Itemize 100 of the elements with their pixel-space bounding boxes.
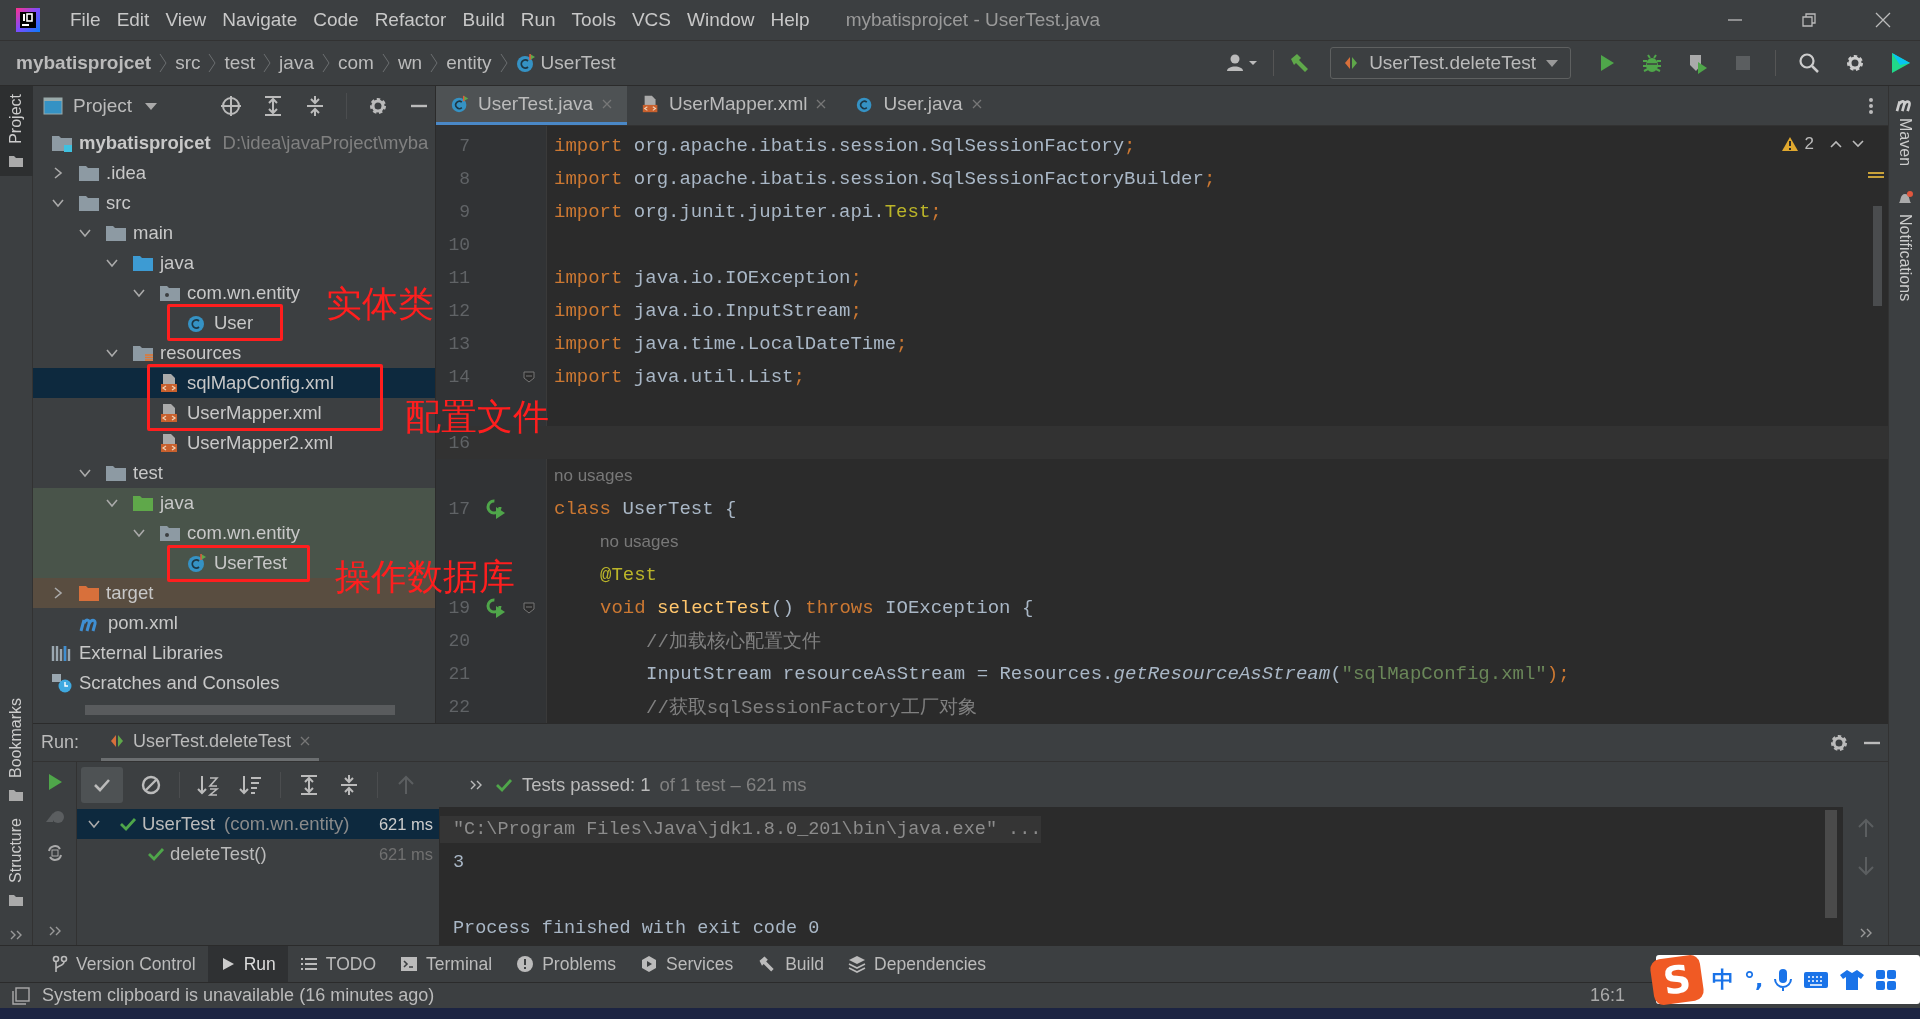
tool-tab[interactable]: Terminal <box>388 946 505 982</box>
menu-item[interactable]: Run <box>512 5 564 35</box>
menu-item[interactable]: Build <box>454 5 513 35</box>
tree-item[interactable]: java <box>132 251 194 275</box>
scrollbar[interactable] <box>1873 206 1882 306</box>
tool-tab[interactable]: Services <box>628 946 746 982</box>
tool-window-button[interactable]: Structure <box>0 810 33 915</box>
run-configuration-dropdown[interactable]: UserTest.deleteTest <box>1330 47 1571 79</box>
menu-item[interactable]: Tools <box>563 5 624 35</box>
tool-window-button[interactable]: Maven <box>1893 86 1916 181</box>
warning-icon[interactable] <box>1780 136 1799 152</box>
sort-duration-icon[interactable] <box>239 773 263 796</box>
warning-count[interactable]: 2 <box>1804 134 1814 154</box>
panel-toggle-icon[interactable] <box>12 986 30 1005</box>
ime-logo[interactable]: S <box>1649 953 1705 1006</box>
breadcrumb[interactable]: UserTest <box>515 52 616 74</box>
tree-item[interactable]: User <box>186 311 254 335</box>
user-icon[interactable] <box>1225 52 1260 74</box>
caret-position[interactable]: 16:1 <box>1589 985 1625 1006</box>
shirt-icon[interactable] <box>1839 968 1866 991</box>
editor-tab[interactable]: User.java <box>841 86 997 125</box>
close-icon[interactable] <box>299 735 312 747</box>
tree-item[interactable]: com.wn.entity <box>159 281 301 305</box>
input-mode-button[interactable]: 中 <box>1712 964 1734 995</box>
toolbox-logo-icon[interactable] <box>1890 51 1912 75</box>
collapse-all-icon[interactable] <box>338 773 360 796</box>
close-icon[interactable] <box>815 98 828 110</box>
tree-item[interactable]: com.wn.entity <box>159 521 301 545</box>
restore-icon[interactable] <box>1800 11 1818 29</box>
tree-item[interactable]: src <box>78 191 131 215</box>
tree-item[interactable]: main <box>105 221 174 245</box>
breadcrumb[interactable]: entity <box>446 52 492 74</box>
status-message[interactable]: System clipboard is unavailable (16 minutes ago) <box>42 985 435 1006</box>
tree-item[interactable]: UserMapper2.xml <box>159 431 333 455</box>
tree-item[interactable]: External Libraries <box>51 641 223 665</box>
editor-tab[interactable]: UserMapper.xml <box>627 86 842 125</box>
chevron-double-icon[interactable] <box>8 929 24 941</box>
panel-title[interactable]: Project <box>73 94 133 117</box>
tree-item[interactable]: test <box>105 461 163 485</box>
locate-icon[interactable] <box>220 94 242 117</box>
chevron-double-icon[interactable] <box>468 778 484 791</box>
grid-icon[interactable] <box>1875 968 1898 991</box>
breadcrumb[interactable]: wn <box>397 52 423 74</box>
menu-item[interactable]: File <box>62 5 109 35</box>
tool-tab[interactable]: Problems <box>504 946 629 982</box>
breadcrumb[interactable]: test <box>224 52 256 74</box>
caret-icon[interactable] <box>144 100 159 111</box>
show-passed-toggle[interactable] <box>81 766 123 803</box>
punctuation-button[interactable]: °, <box>1744 967 1764 992</box>
run-test-icon[interactable] <box>485 497 507 520</box>
menu-item[interactable]: Edit <box>108 5 158 35</box>
tool-tab[interactable]: Build <box>745 946 837 982</box>
menu-item[interactable]: Help <box>762 5 818 35</box>
tree-item[interactable]: target <box>78 581 154 605</box>
run-test-icon[interactable] <box>485 596 507 619</box>
tree-item[interactable]: mybatisprojcet D:\idea\javaProject\myba <box>51 131 429 155</box>
tree-item[interactable]: java <box>132 491 194 515</box>
tree-item[interactable]: Scratches and Consoles <box>51 671 280 695</box>
tree-item[interactable]: sqlMapConfig.xml <box>159 371 335 395</box>
breadcrumb[interactable]: com <box>337 52 374 74</box>
editor-tab[interactable]: UserTest.java <box>436 86 628 125</box>
breadcrumb[interactable]: src <box>175 52 201 74</box>
breadcrumb[interactable]: java <box>279 52 314 74</box>
expand-all-icon[interactable] <box>298 773 320 796</box>
tool-tab[interactable]: Dependencies <box>836 946 998 982</box>
menu-item[interactable]: Navigate <box>214 5 306 35</box>
sort-alpha-icon[interactable] <box>197 773 221 796</box>
breadcrumb[interactable]: mybatisprojcet <box>16 52 152 74</box>
collapse-all-icon[interactable] <box>304 94 326 117</box>
menu-item[interactable]: VCS <box>623 5 679 35</box>
fold-icon[interactable] <box>522 600 536 615</box>
fold-icon[interactable] <box>522 369 536 384</box>
scrollbar[interactable] <box>85 705 395 715</box>
tool-tab[interactable]: TODO <box>287 946 388 982</box>
tree-item[interactable]: pom.xml <box>78 611 178 635</box>
settings-icon[interactable] <box>1844 52 1866 74</box>
tool-window-button[interactable]: Project <box>0 86 33 176</box>
tree-item[interactable]: UserTest <box>186 551 287 575</box>
search-icon[interactable] <box>1798 52 1820 74</box>
scrollbar[interactable] <box>1825 810 1837 918</box>
microphone-icon[interactable] <box>1773 967 1794 992</box>
menu-item[interactable]: Window <box>679 5 763 35</box>
menu-item[interactable]: View <box>157 5 215 35</box>
test-session-tab[interactable]: UserTest.deleteTest <box>101 724 320 761</box>
tree-item[interactable]: UserMapper.xml <box>159 401 322 425</box>
tree-item[interactable]: resources <box>132 341 242 365</box>
tool-window-button[interactable]: Notifications <box>1895 180 1914 316</box>
tool-tab[interactable]: Run <box>207 946 288 982</box>
menu-item[interactable]: Refactor <box>366 5 455 35</box>
ignore-icon[interactable] <box>140 773 162 796</box>
coverage-icon[interactable] <box>1687 52 1709 74</box>
tree-item[interactable]: .idea <box>78 161 147 185</box>
expand-all-icon[interactable] <box>262 94 284 117</box>
debug-icon[interactable] <box>1641 52 1663 74</box>
close-icon[interactable] <box>1874 11 1892 29</box>
more-vertical-icon[interactable] <box>1868 95 1874 116</box>
tool-window-button[interactable]: Bookmarks <box>0 690 33 811</box>
menu-item[interactable]: Code <box>305 5 367 35</box>
close-icon[interactable] <box>970 98 983 110</box>
tool-tab[interactable]: Version Control <box>40 946 208 982</box>
